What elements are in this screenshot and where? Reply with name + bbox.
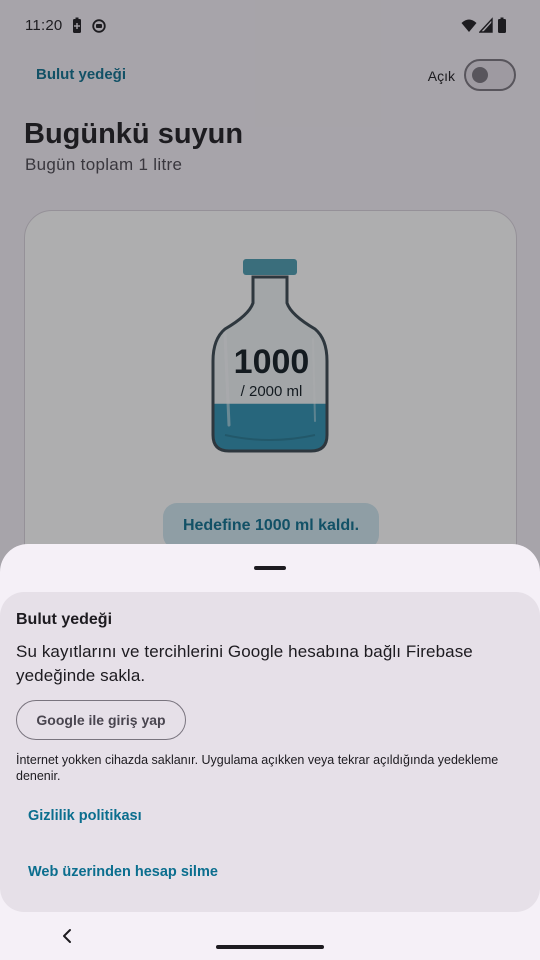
back-chevron-icon[interactable] [60,926,76,946]
privacy-policy-link[interactable]: Gizlilik politikası [28,808,142,824]
offline-note: İnternet yokken cihazda saklanır. Uygula… [16,753,499,783]
backup-info-card: Bulut yedeği Su kayıtlarını ve tercihler… [0,592,540,912]
bottom-sheet: Bulut yedeği Su kayıtlarını ve tercihler… [0,544,540,960]
delete-account-link[interactable]: Web üzerinden hesap silme [28,864,218,880]
drag-handle[interactable] [254,566,286,570]
google-sign-in-button[interactable]: Google ile giriş yap [16,700,186,740]
sheet-title: Bulut yedeği [16,611,113,628]
home-indicator[interactable] [216,945,324,949]
sheet-description: Su kayıtlarını ve tercihlerini Google he… [16,642,473,685]
